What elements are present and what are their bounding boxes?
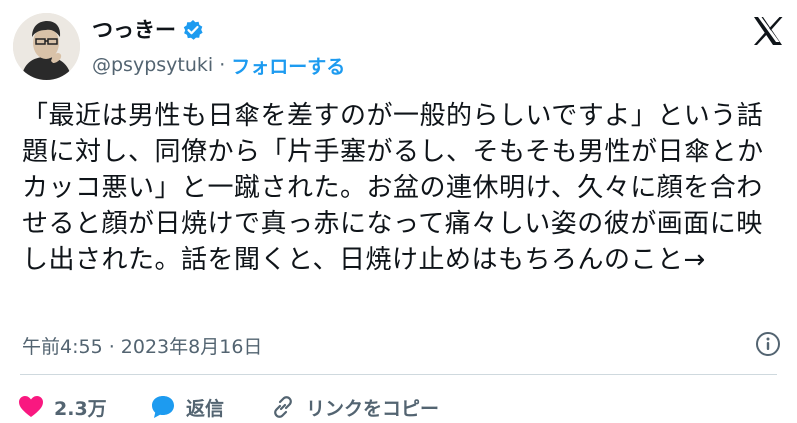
info-icon[interactable]: [754, 330, 782, 358]
author-handle[interactable]: @psypsytuki: [92, 54, 213, 76]
like-button[interactable]: 2.3万: [18, 392, 107, 422]
copy-link-label: リンクをコピー: [306, 397, 440, 420]
heart-icon: [19, 396, 43, 417]
follow-button[interactable]: フォローする: [231, 52, 345, 79]
author-handle-row: @psypsytuki · フォローする: [92, 52, 345, 79]
author-name-row: つっきー: [92, 17, 204, 43]
copy-link-button[interactable]: リンクをコピー: [270, 392, 439, 422]
reply-label: 返信: [186, 397, 225, 420]
divider: [20, 374, 777, 375]
verified-badge-icon: [182, 19, 204, 41]
reply-bubble-icon: [152, 396, 174, 418]
x-logo-icon[interactable]: [751, 14, 785, 48]
tweet-timestamp[interactable]: 午前4:55 · 2023年8月16日: [22, 330, 262, 360]
link-icon: [274, 396, 292, 418]
handle-separator: ·: [219, 54, 226, 76]
avatar[interactable]: [13, 13, 80, 80]
reply-button[interactable]: 返信: [150, 392, 224, 422]
tweet-text: 「最近は男性も日傘を差すのが一般的らしいですよ」という話題に対し、同僚から「片手…: [22, 101, 764, 275]
like-count: 2.3万: [54, 397, 107, 420]
author-display-name[interactable]: つっきー: [92, 17, 176, 43]
